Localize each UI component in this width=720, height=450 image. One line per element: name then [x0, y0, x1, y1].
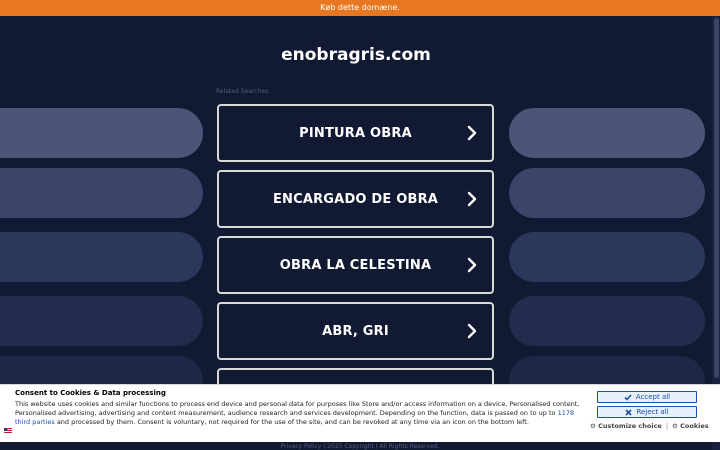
search-button-label: OBRA LA CELESTINA [279, 257, 432, 273]
gear-icon: ⚙ [590, 422, 596, 430]
decorative-pill [0, 108, 203, 158]
chevron-right-icon [467, 125, 477, 141]
decorative-pill [0, 168, 203, 218]
search-button-label: ENCARGADO DE OBRA [272, 191, 439, 207]
search-button-label: PINTURA OBRA [299, 125, 412, 141]
consent-body: This website uses cookies and similar fu… [15, 400, 585, 427]
domain-title: enobragris.com [281, 45, 431, 65]
reject-all-label: Reject all [636, 408, 669, 416]
customize-choice-link[interactable]: Customize choice [598, 422, 662, 430]
cookies-link[interactable]: Cookies [680, 422, 709, 430]
link-separator: | [665, 422, 669, 430]
related-searches-label: Related Searches: [216, 88, 271, 95]
accept-all-button[interactable]: Accept all [597, 391, 697, 403]
copyright-text: 2025 Copyright | All Rights Reserved. [327, 443, 440, 450]
close-icon [625, 408, 633, 416]
check-icon [624, 393, 632, 401]
chevron-right-icon [467, 323, 477, 339]
decorative-pill [509, 296, 705, 346]
decorative-pill [509, 232, 705, 282]
privacy-policy-link[interactable]: Privacy Policy [280, 443, 321, 450]
gear-icon: ⚙ [672, 422, 678, 430]
decorative-pill [0, 296, 203, 346]
reject-all-button[interactable]: Reject all [597, 406, 697, 418]
consent-title: Consent to Cookies & Data processing [15, 389, 166, 397]
chevron-right-icon [467, 191, 477, 207]
buy-domain-banner[interactable]: Køb dette domæne. [0, 0, 720, 16]
search-button-obra-la-celestina[interactable]: OBRA LA CELESTINA [217, 236, 494, 294]
footer: Privacy Policy | 2025 Copyright | All Ri… [0, 443, 720, 450]
consent-text: and processed by them. Consent is volunt… [54, 418, 529, 426]
consent-text: This website uses cookies and similar fu… [15, 400, 580, 417]
search-button-pintura-obra[interactable]: PINTURA OBRA [217, 104, 494, 162]
scrollbar-thumb[interactable] [714, 18, 719, 378]
cookie-consent-banner: Consent to Cookies & Data processing Thi… [0, 384, 720, 442]
consent-links: ⚙ Customize choice | ⚙ Cookies [590, 422, 709, 430]
search-button-label: ABR, GRI [322, 323, 389, 339]
decorative-pill [509, 108, 705, 158]
decorative-pill [0, 232, 203, 282]
search-button-abr-gri[interactable]: ABR, GRI [217, 302, 494, 360]
accept-all-label: Accept all [635, 393, 671, 401]
search-button-encargado-de-obra[interactable]: ENCARGADO DE OBRA [217, 170, 494, 228]
chevron-right-icon [467, 257, 477, 273]
flag-icon[interactable] [4, 428, 12, 434]
decorative-pill [509, 168, 705, 218]
